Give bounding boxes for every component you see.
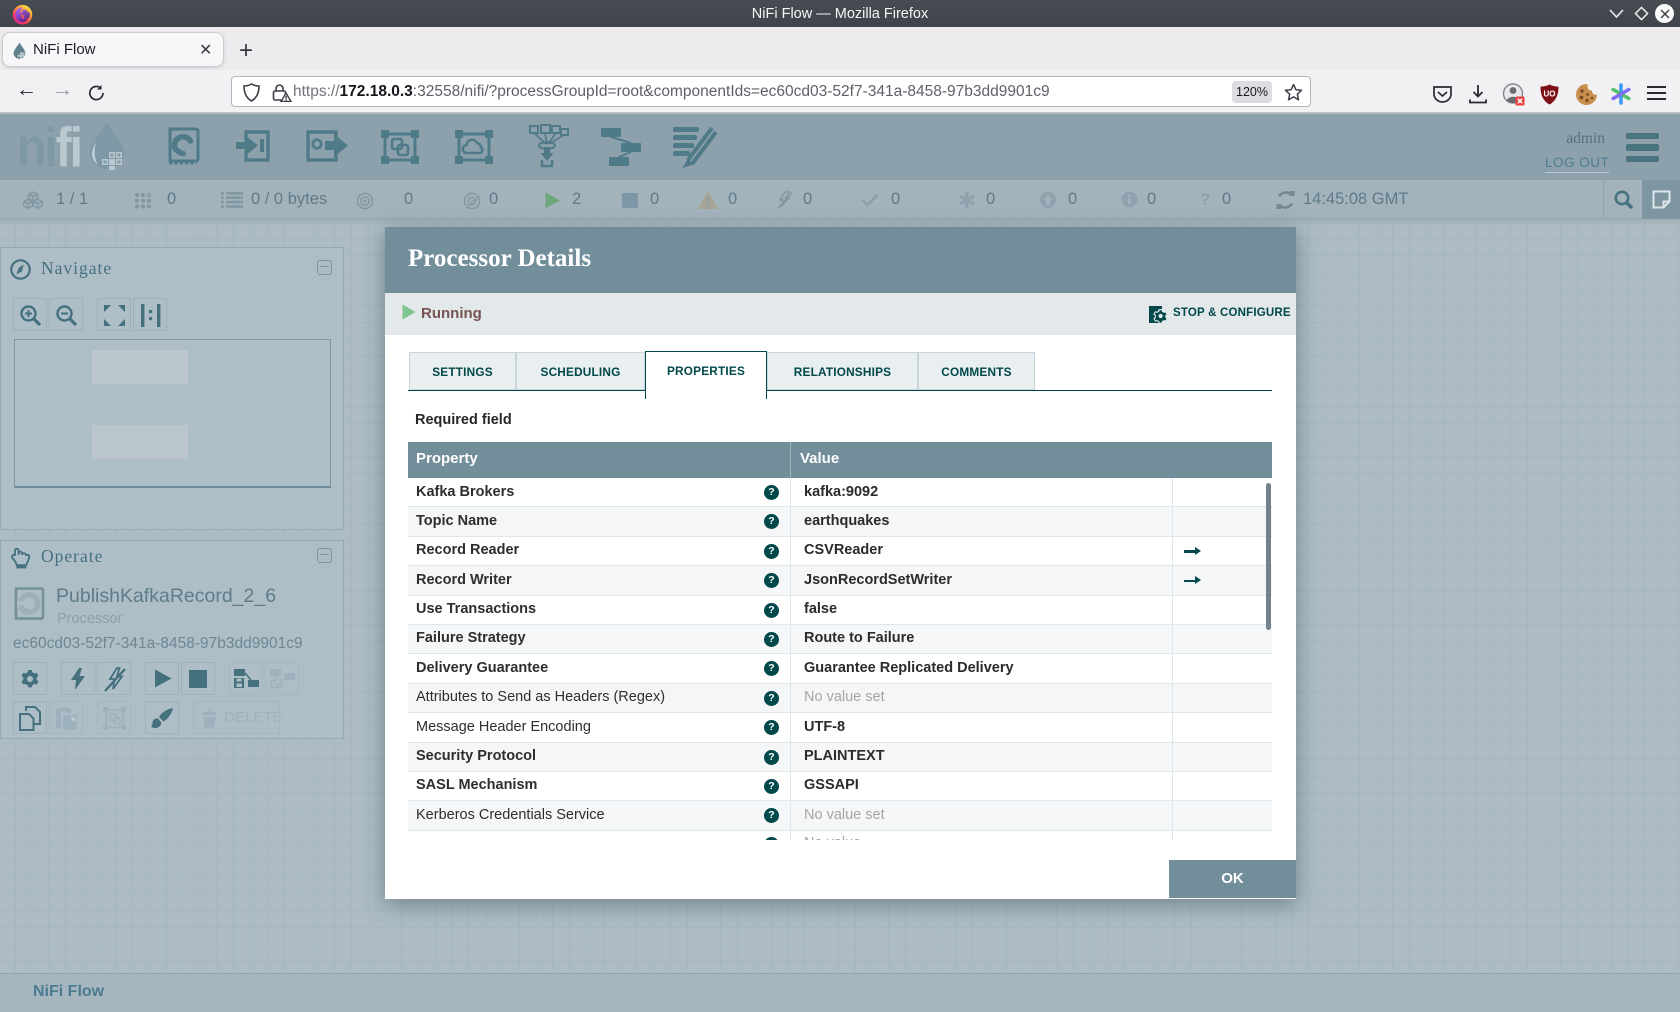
svg-text:UO: UO: [1544, 90, 1556, 99]
